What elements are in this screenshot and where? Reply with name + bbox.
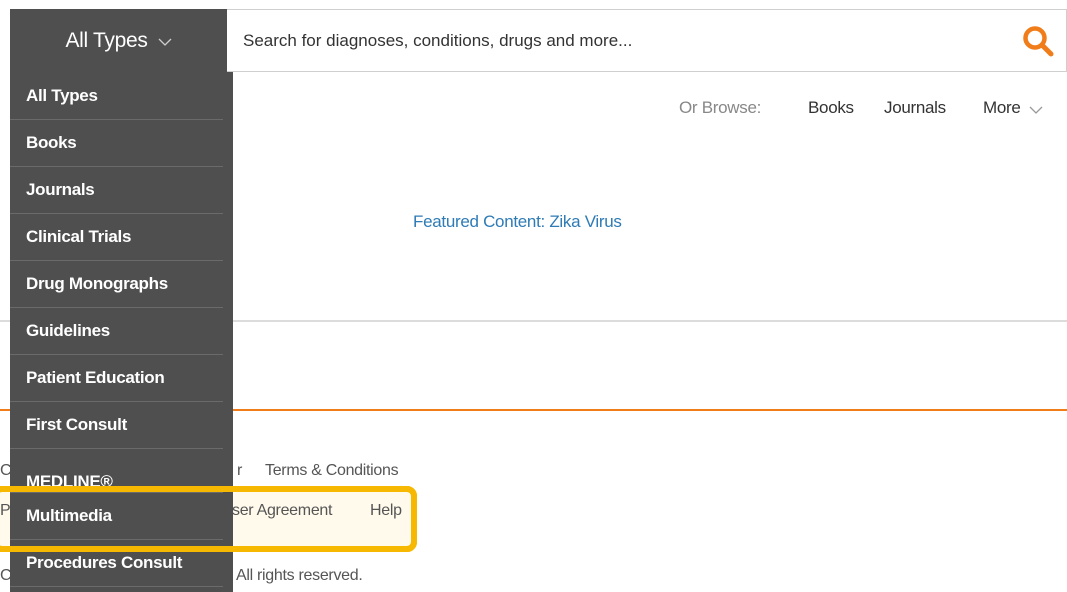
dropdown-item-books[interactable]: Books: [10, 120, 223, 167]
user-agreement-link[interactable]: ser Agreement: [232, 502, 332, 520]
dropdown-item-procedures-consult[interactable]: Procedures Consult: [10, 540, 223, 587]
search-box: [227, 9, 1067, 72]
dropdown-item-journals[interactable]: Journals: [10, 167, 223, 214]
dropdown-item-all-types[interactable]: All Types: [10, 72, 223, 120]
footer-fragment: r: [237, 462, 243, 479]
type-selector-button[interactable]: All Types: [10, 9, 227, 72]
browse-books-link[interactable]: Books: [808, 98, 854, 118]
dropdown-item-clinical-trials[interactable]: Clinical Trials: [10, 214, 223, 261]
featured-content-link[interactable]: Featured Content: Zika Virus: [413, 212, 622, 232]
dropdown-item-multimedia[interactable]: Multimedia: [10, 493, 223, 540]
browse-journals-link[interactable]: Journals: [884, 98, 946, 118]
chevron-down-icon: [158, 38, 172, 46]
browse-more-label: More: [983, 98, 1021, 117]
dropdown-item-medline[interactable]: MEDLINE®: [10, 449, 223, 493]
dropdown-item-guidelines[interactable]: Guidelines: [10, 308, 223, 355]
chevron-down-icon: [1029, 106, 1043, 114]
copyright-text: All rights reserved.: [236, 567, 363, 584]
type-selector-label: All Types: [65, 28, 148, 52]
search-input[interactable]: [243, 10, 1003, 71]
type-dropdown-menu: All Types Books Journals Clinical Trials…: [10, 72, 233, 592]
terms-link[interactable]: Terms & Conditions: [265, 462, 399, 480]
dropdown-item-first-consult[interactable]: First Consult: [10, 402, 223, 449]
dropdown-item-patient-education[interactable]: Patient Education: [10, 355, 223, 402]
dropdown-item-drug-monographs[interactable]: Drug Monographs: [10, 261, 223, 308]
browse-label: Or Browse:: [679, 98, 762, 117]
search-icon[interactable]: [1022, 25, 1054, 57]
help-link[interactable]: Help: [370, 502, 402, 520]
browse-more-dropdown[interactable]: More: [983, 98, 1043, 118]
